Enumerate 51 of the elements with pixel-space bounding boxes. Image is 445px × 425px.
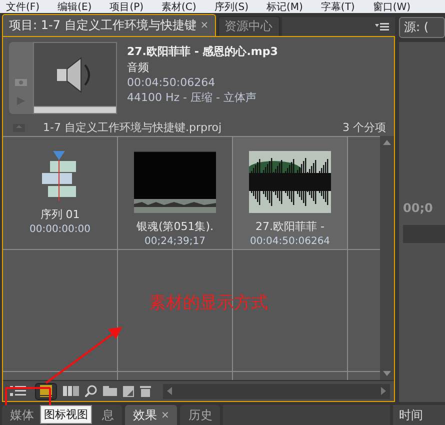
menu-item[interactable]: 窗口(W) [372, 0, 411, 14]
scroll-right-icon[interactable] [381, 387, 386, 395]
menu-item[interactable]: 标记(M) [266, 0, 303, 14]
new-item-icon[interactable] [123, 386, 134, 396]
scrub-bar[interactable] [34, 106, 116, 113]
menu-item[interactable]: 项目(P) [110, 0, 144, 14]
menu-item[interactable]: 文件(F) [6, 0, 40, 14]
item-name: 序列 01 [40, 207, 80, 222]
annotation-text: 素材的显示方式 [149, 292, 268, 314]
item-duration: 00;24;39;17 [144, 236, 206, 247]
item-duration: 00:00:00:00 [29, 224, 90, 235]
clip-title: 27.欧阳菲菲 - 感恩的心.mp3 [127, 44, 278, 59]
panel-tab[interactable]: 项目: 1-7 自定义工作环境与快捷键 × [2, 14, 216, 36]
search-icon[interactable] [85, 385, 97, 397]
project-path: 1-7 自定义工作环境与快捷键.prproj [43, 120, 223, 134]
vertical-scrollbar[interactable] [380, 136, 394, 380]
freeform-view-icon[interactable] [63, 386, 79, 396]
folder-icon[interactable] [103, 386, 117, 396]
panel-tab[interactable]: 时间 [393, 405, 445, 425]
panel-tab[interactable]: 历史 [180, 405, 220, 425]
menu-item[interactable]: 编辑(E) [58, 0, 92, 14]
close-icon[interactable]: × [200, 20, 209, 31]
camera-icon[interactable] [15, 77, 27, 86]
timecode: 00;0 [403, 201, 434, 215]
panel-tab[interactable]: 源: ( [399, 17, 445, 38]
clip-duration: 00:04:50:06264 [127, 76, 216, 89]
list-view-icon [10, 385, 26, 397]
item-name: 27.欧阳菲菲 - [256, 219, 324, 234]
media-item[interactable]: 序列 01 00:00:00:00 [3, 137, 117, 249]
close-icon[interactable]: × [161, 410, 170, 420]
tooltip: 图标视图 [40, 405, 92, 424]
trash-icon[interactable] [140, 385, 151, 397]
menu-item[interactable]: 字幕(T) [320, 0, 355, 14]
clip-type: 音频 [127, 60, 150, 75]
media-item[interactable]: 银魂(第051集). 00;24;39;17 [118, 137, 232, 249]
horizontal-scrollbar[interactable] [163, 384, 390, 398]
media-item[interactable]: 27.欧阳菲菲 - 00:04:50:06264 [233, 137, 347, 249]
menu-item[interactable]: 序列(S) [214, 0, 248, 14]
panel-menu-icon[interactable] [375, 22, 389, 30]
item-name: 银魂(第051集). [136, 219, 214, 234]
scroll-up-icon[interactable] [383, 140, 391, 145]
item-duration: 00:04:50:06264 [250, 236, 330, 247]
sequence-icon [42, 151, 78, 201]
panel-tab[interactable]: 效果 × [125, 405, 178, 425]
clip-format: 44100 Hz - 压缩 - 立体声 [127, 90, 258, 105]
folder-up-icon[interactable] [13, 122, 25, 132]
scroll-left-icon[interactable] [167, 387, 172, 395]
panel-tab[interactable]: 资源中心 [218, 16, 280, 36]
menu-item[interactable]: 素材(C) [162, 0, 196, 14]
scroll-down-icon[interactable] [383, 371, 391, 376]
item-count: 3 个分项 [342, 120, 386, 134]
